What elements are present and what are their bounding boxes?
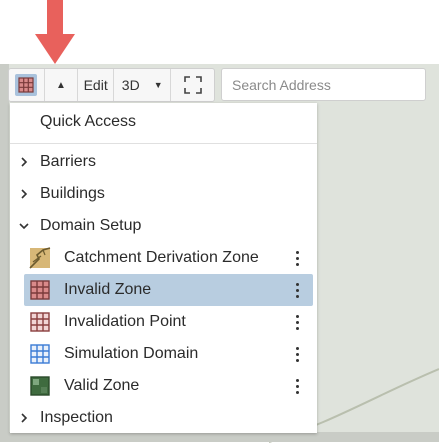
simulation-domain-icon (29, 343, 51, 365)
layer-selector-button[interactable] (9, 69, 45, 101)
valid-zone-icon (29, 375, 51, 397)
layer-item-label: Invalidation Point (64, 313, 186, 330)
layer-item-label: Simulation Domain (64, 345, 199, 362)
layer-item-catchment-derivation-zone[interactable]: Catchment Derivation Zone (24, 242, 313, 274)
frame-edge-left (0, 64, 9, 442)
layer-item-label: Invalid Zone (64, 281, 152, 298)
group-label: Inspection (40, 409, 113, 426)
fullscreen-button[interactable] (171, 69, 214, 101)
view-mode-select[interactable]: 3D ▼ (114, 69, 172, 101)
caret-down-icon: ▼ (153, 80, 163, 90)
layer-item-valid-zone[interactable]: Valid Zone (24, 370, 313, 402)
fullscreen-icon (183, 76, 202, 94)
view-mode-label: 3D (121, 77, 140, 93)
map-toolbar: ▲ Edit 3D ▼ (8, 68, 215, 102)
caret-up-icon: ▲ (56, 79, 66, 91)
layer-item-label: Catchment Derivation Zone (64, 249, 259, 266)
search-input[interactable] (230, 75, 415, 94)
group-label: Domain Setup (40, 217, 142, 234)
layer-item-invalidation-point[interactable]: Invalidation Point (24, 306, 313, 338)
group-label: Buildings (40, 185, 105, 202)
layer-item-invalid-zone[interactable]: Invalid Zone (24, 274, 313, 306)
layer-dropdown-panel: Quick Access Barriers Buildings Domain S… (10, 103, 317, 433)
layer-item-simulation-domain[interactable]: Simulation Domain (24, 338, 313, 370)
catchment-zone-icon (29, 247, 51, 269)
collapse-menu-button[interactable]: ▲ (45, 69, 79, 101)
group-buildings[interactable]: Buildings (10, 178, 317, 210)
divider (10, 143, 317, 144)
more-options-icon[interactable] (287, 314, 307, 330)
more-options-icon[interactable] (287, 250, 307, 266)
edit-label: Edit (83, 77, 108, 93)
layer-grid-icon (18, 77, 34, 93)
chevron-right-icon (19, 189, 39, 199)
group-label: Barriers (40, 153, 97, 170)
layer-item-label: Valid Zone (64, 377, 140, 394)
more-options-icon[interactable] (287, 378, 307, 394)
pointer-arrow-icon (35, 0, 75, 64)
group-barriers[interactable]: Barriers (10, 146, 317, 178)
edit-button[interactable]: Edit (78, 69, 114, 101)
chevron-down-icon (19, 221, 39, 231)
chevron-right-icon (19, 413, 39, 423)
quick-access-item[interactable]: Quick Access (40, 113, 136, 131)
invalidation-point-icon (29, 311, 51, 333)
more-options-icon[interactable] (287, 282, 307, 298)
more-options-icon[interactable] (287, 346, 307, 362)
chevron-right-icon (19, 157, 39, 167)
group-inspection[interactable]: Inspection (10, 402, 317, 434)
search-bar (221, 68, 426, 101)
invalid-zone-icon (29, 279, 51, 301)
group-domain-setup[interactable]: Domain Setup (10, 210, 317, 242)
